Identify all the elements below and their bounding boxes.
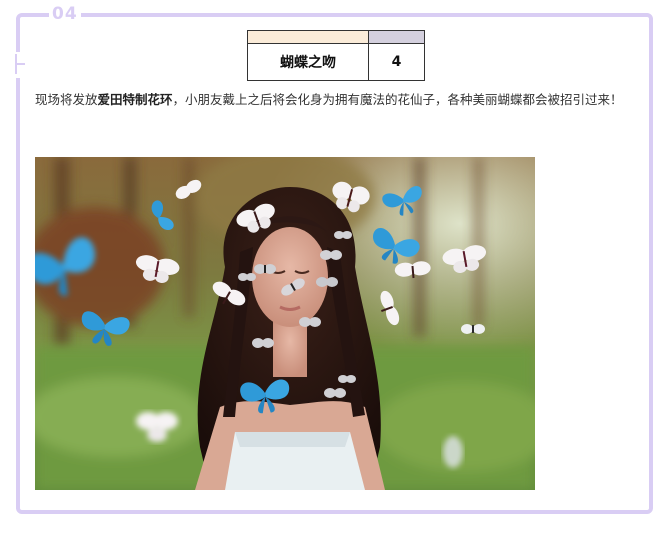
item-value-cell: 4 [368, 43, 425, 81]
item-table: 蝴蝶之吻 4 [247, 30, 425, 81]
paragraph-text-end: ，小朋友戴上之后将会化身为拥有魔法的花仙子，各种美丽蝴蝶都会被招引过来！ [172, 92, 623, 107]
table-header-row [247, 30, 425, 44]
paragraph-highlight: 爱田特制花环 [97, 92, 173, 107]
woman-with-butterflies-photo [35, 157, 535, 490]
frame-ornament-icon [12, 52, 26, 78]
table-header-left [247, 30, 369, 44]
table-header-right [368, 30, 425, 44]
section-number: 04 [49, 4, 81, 24]
item-name-cell: 蝴蝶之吻 [247, 43, 369, 81]
description-paragraph: 现场将发放爱田特制花环，小朋友戴上之后将会化身为拥有魔法的花仙子，各种美丽蝴蝶都… [35, 86, 635, 114]
table-row: 蝴蝶之吻 4 [247, 43, 425, 81]
paragraph-text-start: 现场将发放 [35, 92, 98, 107]
